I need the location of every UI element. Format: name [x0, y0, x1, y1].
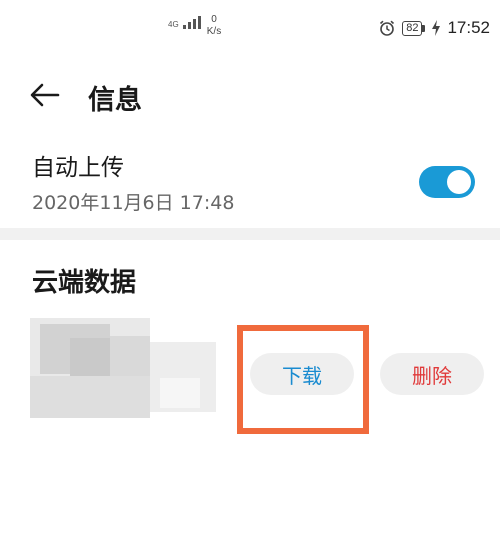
- arrow-left-icon: [30, 83, 60, 107]
- status-bar: 4G 0 K/s 82 17:52: [0, 0, 500, 56]
- delete-button[interactable]: 删除: [380, 353, 484, 395]
- back-button[interactable]: [28, 80, 62, 110]
- charging-icon: [432, 20, 441, 36]
- auto-upload-title: 自动上传: [32, 155, 124, 181]
- toggle-knob: [447, 170, 471, 194]
- network-speed: 0 K/s: [200, 14, 228, 38]
- battery-icon: 82: [402, 20, 426, 36]
- auto-upload-toggle[interactable]: [419, 166, 475, 198]
- network-speed-value: 0: [211, 14, 217, 25]
- battery-level: 82: [402, 20, 423, 36]
- network-type-label: 4G: [168, 20, 179, 29]
- signal-icon: [182, 25, 186, 29]
- page-title: 信息: [88, 85, 142, 116]
- download-button[interactable]: 下载: [250, 353, 354, 395]
- network-speed-unit: K/s: [206, 26, 222, 37]
- blurred-thumbnail: [30, 318, 216, 418]
- signal-indicator: 4G: [168, 16, 201, 29]
- auto-upload-timestamp: 2020年11月6日 17:48: [32, 192, 235, 214]
- signal-icon: [187, 22, 191, 29]
- section-divider: [0, 228, 500, 240]
- page-header: 信息: [0, 70, 500, 120]
- auto-upload-row: 自动上传 2020年11月6日 17:48: [0, 142, 500, 220]
- status-right-group: 82 17:52: [378, 18, 490, 38]
- status-time: 17:52: [447, 18, 490, 37]
- cloud-data-title: 云端数据: [32, 268, 137, 298]
- alarm-icon: [380, 20, 395, 36]
- signal-icon: [192, 19, 196, 29]
